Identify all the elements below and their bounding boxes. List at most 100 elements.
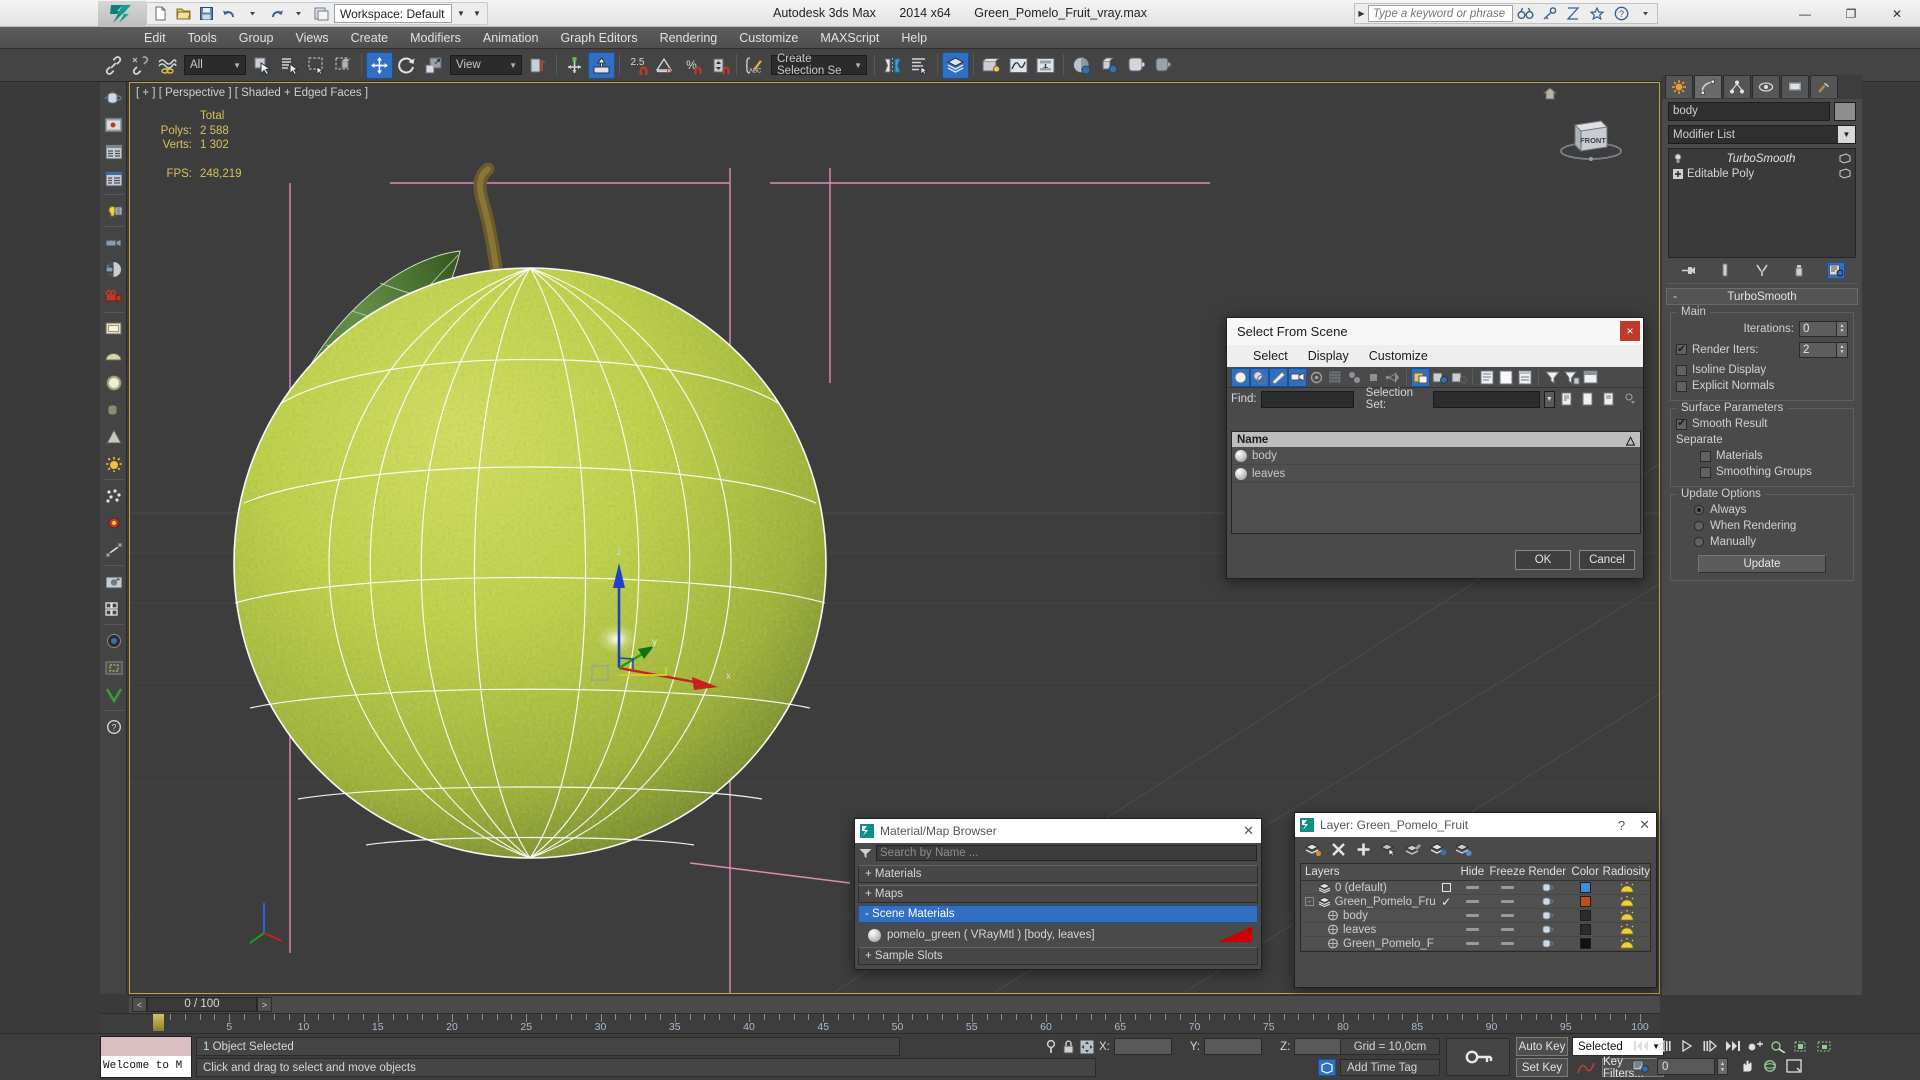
smooth-result-row[interactable]: Smooth Result	[1676, 416, 1848, 432]
select-layer-objects-icon[interactable]	[1379, 840, 1398, 859]
y-field[interactable]	[1204, 1038, 1263, 1055]
remove-modifier-icon[interactable]	[1790, 262, 1808, 279]
teapot-primitive-icon[interactable]	[101, 396, 126, 423]
use-selection-center-icon[interactable]	[561, 52, 588, 79]
configure-modifier-sets-icon[interactable]	[1826, 261, 1845, 279]
save-selection-set-icon[interactable]	[1559, 390, 1576, 409]
go-to-start-icon[interactable]	[1630, 1037, 1651, 1055]
new-file-icon[interactable]	[150, 4, 171, 23]
select-object-icon[interactable]	[249, 52, 276, 79]
layer-row[interactable]: leaves	[1301, 923, 1650, 937]
layer-render-toggle[interactable]	[1527, 896, 1568, 907]
camera-red-icon[interactable]	[101, 283, 126, 310]
find-input[interactable]	[1260, 390, 1354, 408]
orbit-view-icon[interactable]	[1759, 1057, 1780, 1075]
layer-name-cell[interactable]: body	[1301, 910, 1436, 922]
selection-lock-icon[interactable]	[1062, 1039, 1075, 1055]
spinner-snap-toggle-icon[interactable]	[705, 52, 732, 79]
select-and-link-icon[interactable]	[100, 52, 127, 79]
rollup-collapse-icon[interactable]: -	[1667, 291, 1683, 303]
align-icon[interactable]	[906, 52, 933, 79]
restore-button[interactable]: ❐	[1828, 0, 1874, 27]
set-active-layer-icon[interactable]	[1454, 840, 1473, 859]
layer-manager-dialog[interactable]: Layer: Green_Pomelo_Fruit ? ✕ Layers Hid…	[1294, 812, 1657, 988]
layer-color-swatch[interactable]	[1568, 938, 1603, 949]
selection-set-menu-icon[interactable]	[1622, 390, 1639, 409]
render-teapot-icon[interactable]	[101, 84, 126, 111]
space-warp-icon[interactable]	[101, 509, 126, 536]
toggle-scene-explorer-icon[interactable]	[978, 52, 1005, 79]
tab-motion[interactable]	[1752, 75, 1780, 98]
undo-dropdown-icon[interactable]	[242, 4, 263, 23]
rectangular-selection-region-icon[interactable]	[303, 52, 330, 79]
object-color-swatch[interactable]	[1834, 102, 1856, 121]
infocenter-caret-icon[interactable]: ▶	[1355, 9, 1368, 18]
layer-row[interactable]: 0 (default)	[1301, 881, 1650, 895]
render-presets-icon[interactable]	[101, 165, 126, 192]
filter-icon[interactable]	[1543, 368, 1562, 387]
explicit-normals-checkbox[interactable]	[1676, 380, 1687, 392]
object-name-field[interactable]: body	[1668, 102, 1830, 121]
edit-named-selection-sets-icon[interactable]: ABC	[741, 52, 768, 79]
communication-center-icon[interactable]	[1561, 3, 1585, 24]
select-by-name-icon[interactable]	[276, 52, 303, 79]
favorites-star-icon[interactable]	[1585, 3, 1609, 24]
sfs-menu-customize[interactable]: Customize	[1359, 345, 1438, 367]
render-iters-spinner[interactable]: ▲ ▼	[1837, 341, 1848, 358]
columns-icon[interactable]	[1581, 368, 1600, 387]
key-filter-curve-icon[interactable]	[1572, 1058, 1600, 1077]
add-time-tag-label[interactable]: Add Time Tag	[1340, 1059, 1440, 1076]
zoom-region-icon[interactable]	[1814, 1037, 1835, 1055]
viewcube[interactable]: FRONT	[1557, 109, 1625, 163]
layer-color-swatch[interactable]	[1568, 882, 1603, 893]
close-button[interactable]: ✕	[1874, 0, 1920, 27]
list-types-icon[interactable]	[1515, 368, 1534, 387]
help-icon[interactable]: ?	[1609, 3, 1633, 24]
curve-editor-icon[interactable]	[1005, 52, 1032, 79]
material-browser-filter-icon[interactable]	[859, 848, 872, 859]
display-groups-icon[interactable]	[1345, 368, 1364, 387]
play-animation-icon[interactable]	[1676, 1037, 1697, 1055]
display-influences-icon[interactable]	[1430, 368, 1449, 387]
hemisphere-primitive-icon[interactable]	[101, 342, 126, 369]
select-from-scene-dialog[interactable]: Select From Scene × Select Display Customi…	[1226, 317, 1644, 579]
maximize-viewport-toggle-icon[interactable]	[1783, 1057, 1804, 1075]
stack-item-editable-poly[interactable]: Editable Poly	[1671, 166, 1853, 181]
delete-selection-set-icon[interactable]	[1601, 390, 1618, 409]
auto-key-button[interactable]: Auto Key	[1516, 1037, 1568, 1056]
menu-item-graph-editors[interactable]: Graph Editors	[549, 27, 648, 49]
add-selection-to-active-layer-icon[interactable]	[1429, 840, 1448, 859]
layer-radiosity-toggle[interactable]	[1603, 923, 1650, 936]
scene-node-list[interactable]: Name △ body leaves	[1231, 431, 1641, 534]
iterations-field[interactable]: 0	[1799, 320, 1837, 337]
update-manually-radio[interactable]	[1694, 537, 1704, 547]
display-space-warps-icon[interactable]	[1326, 368, 1345, 387]
make-unique-icon[interactable]	[1753, 262, 1771, 279]
sun-light-icon[interactable]	[101, 450, 126, 477]
zoom-extents-icon[interactable]	[1768, 1037, 1789, 1055]
layer-render-toggle[interactable]	[1527, 924, 1568, 935]
display-xrefs-icon[interactable]	[1364, 368, 1383, 387]
turbosmooth-rollup[interactable]: - TurboSmooth Main Iterations: 0 ▲▼ Rend…	[1666, 288, 1858, 581]
sfs-menu-display[interactable]: Display	[1298, 345, 1359, 367]
layer-name-cell[interactable]: 0 (default)	[1301, 882, 1436, 894]
layer-row[interactable]: - Green_Pomelo_Fruit ✓	[1301, 895, 1650, 909]
go-to-end-icon[interactable]	[1722, 1037, 1743, 1055]
load-selection-set-icon[interactable]	[1580, 390, 1597, 409]
snaps-toggle-icon[interactable]: 2.5	[624, 52, 651, 79]
menu-item-views[interactable]: Views	[284, 27, 339, 49]
material-browser-search-input[interactable]: Search by Name ...	[876, 845, 1257, 861]
mirror-icon[interactable]	[879, 52, 906, 79]
cone-primitive-icon[interactable]	[101, 423, 126, 450]
highlight-selected-objects-layer-icon[interactable]	[1404, 840, 1423, 859]
absolute-relative-toggle-icon[interactable]	[1079, 1039, 1095, 1055]
scene-node-row[interactable]: leaves	[1232, 465, 1640, 483]
sfs-menu-select[interactable]: Select	[1243, 345, 1298, 367]
particle-system-icon[interactable]	[101, 482, 126, 509]
layer-radiosity-toggle[interactable]	[1603, 895, 1650, 908]
separate-materials-checkbox[interactable]	[1700, 450, 1711, 462]
sphere-primitive-icon[interactable]	[101, 369, 126, 396]
display-helpers-icon[interactable]	[1307, 368, 1326, 387]
snapshot-icon[interactable]	[101, 568, 126, 595]
set-project-folder-icon[interactable]	[311, 4, 332, 23]
